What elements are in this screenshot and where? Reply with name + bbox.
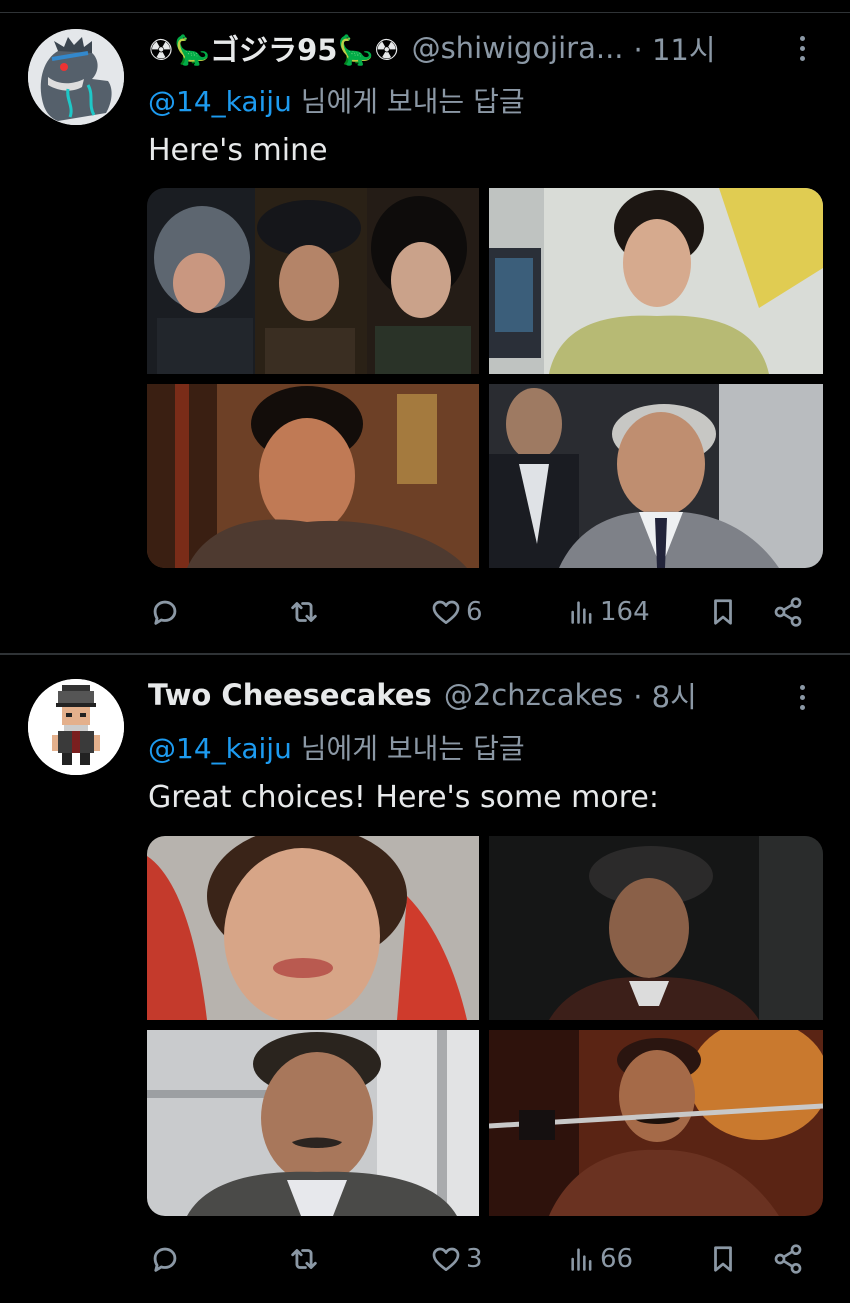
display-name[interactable]: ☢🦕ゴジラ95🦕☢ [148,27,400,69]
retweet-icon [291,1249,317,1269]
view-count: 164 [600,597,650,627]
tweet[interactable]: ☢🦕ゴジラ95🦕☢ @shiwigojira... · 11시 @14_kaij… [0,0,850,653]
like-button[interactable]: 3 [430,1239,483,1279]
media-photo[interactable] [489,188,823,374]
reply-context: @14_kaiju 님에게 보내는 답글 [148,80,525,120]
user-handle[interactable]: @shiwigojira... [412,31,624,65]
share-button[interactable] [772,1239,804,1279]
tweet-header: ☢🦕ゴジラ95🦕☢ @shiwigojira... · 11시 [148,28,716,68]
media-photo[interactable] [147,188,479,374]
retweet-button[interactable] [286,1239,326,1279]
retweet-icon [291,602,317,622]
pixel-character-avatar-image [28,679,124,775]
media-photo[interactable] [147,1030,479,1216]
bookmark-icon [714,1246,732,1272]
media-photo[interactable] [489,1030,823,1216]
user-handle[interactable]: @2chzcakes [444,678,623,712]
like-count: 3 [466,1244,483,1274]
reply-context: @14_kaiju 님에게 보내는 답글 [148,727,525,767]
bookmark-button[interactable] [708,592,738,632]
like-count: 6 [466,597,483,627]
retweet-button[interactable] [286,592,326,632]
reply-suffix: 님에게 보내는 답글 [291,85,525,118]
like-button[interactable]: 6 [430,592,483,632]
media-photo[interactable] [489,384,823,568]
reply-suffix: 님에게 보내는 답글 [291,732,525,765]
tweet[interactable]: Two Cheesecakes @2chzcakes · 8시 @14_kaij… [0,655,850,1303]
tweet-actions: 6 164 [148,592,818,632]
share-icon [774,597,802,627]
reply-icon [153,1247,177,1272]
views-icon [571,601,592,624]
more-icon[interactable] [790,28,814,68]
tweet-actions: 3 66 [148,1239,818,1279]
like-icon [432,600,460,624]
bookmark-button[interactable] [708,1239,738,1279]
avatar[interactable] [28,679,124,775]
timestamp[interactable]: · 8시 [633,674,697,716]
share-button[interactable] [772,592,804,632]
views-icon [571,1248,592,1271]
views-button[interactable]: 66 [568,1239,633,1279]
media-grid [147,836,823,1216]
view-count: 66 [600,1244,634,1274]
reply-icon [153,600,177,625]
more-icon[interactable] [790,677,814,717]
like-icon [432,1247,460,1271]
tweet-header: Two Cheesecakes @2chzcakes · 8시 [148,675,697,715]
tweet-text: Here's mine [148,133,328,168]
media-grid [147,188,823,568]
tweet-text: Great choices! Here's some more: [148,780,659,815]
reply-button[interactable] [148,1239,186,1279]
timestamp[interactable]: · 11시 [634,27,716,69]
share-icon [774,1244,802,1274]
godzilla-avatar-image [28,29,124,125]
display-name[interactable]: Two Cheesecakes [148,678,432,712]
views-button[interactable]: 164 [568,592,650,632]
avatar[interactable] [28,29,124,125]
bookmark-icon [714,599,732,625]
reply-mention-link[interactable]: @14_kaiju [148,732,292,765]
media-photo[interactable] [147,384,479,568]
reply-button[interactable] [148,592,186,632]
reply-mention-link[interactable]: @14_kaiju [148,85,292,118]
media-photo[interactable] [489,836,823,1020]
media-photo[interactable] [147,836,479,1020]
